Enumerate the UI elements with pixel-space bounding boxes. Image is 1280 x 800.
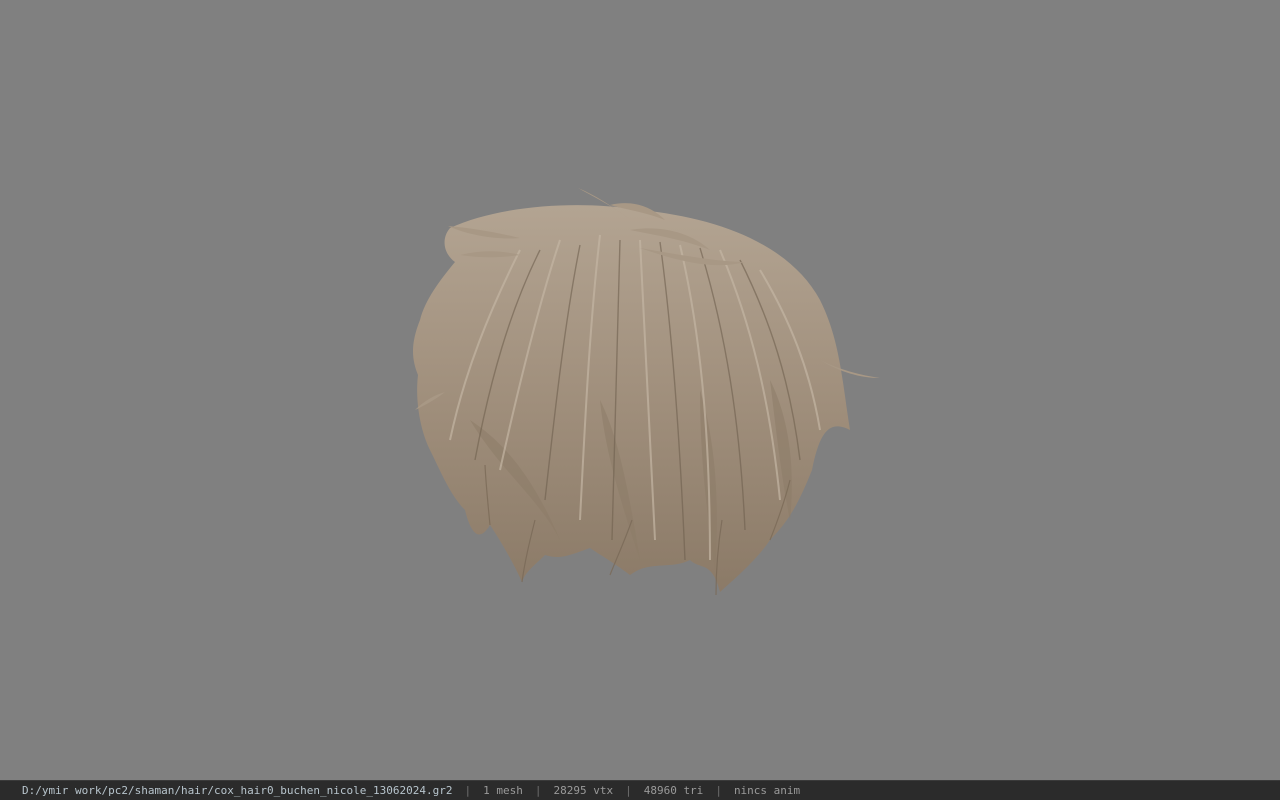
separator: |: [715, 784, 722, 797]
triangle-count: 48960 tri: [643, 784, 704, 797]
anim-status: nincs anim: [733, 784, 801, 797]
separator: |: [464, 784, 472, 797]
separator: |: [534, 784, 542, 797]
file-path: D:/ymir work/pc2/shaman/hair/cox_hair0_b…: [22, 784, 453, 797]
hair-model: [413, 188, 880, 596]
status-bar: D:/ymir work/pc2/shaman/hair/cox_hair0_b…: [0, 780, 1280, 800]
mesh-count: 1 mesh: [483, 784, 523, 797]
separator: |: [625, 784, 632, 797]
vertex-count: 28295 vtx: [553, 784, 614, 797]
3d-viewport[interactable]: [0, 0, 1280, 780]
